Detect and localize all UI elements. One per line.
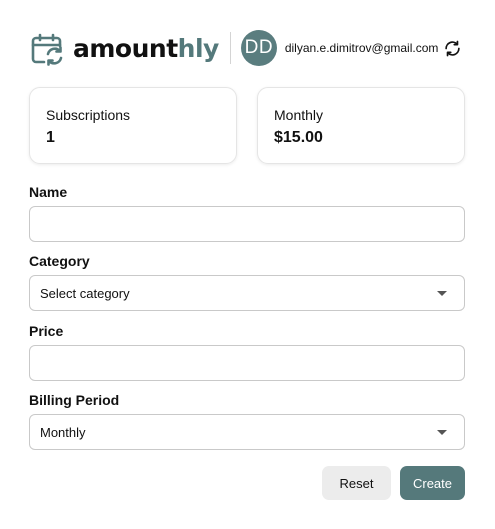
price-input[interactable] [29,345,465,381]
name-input[interactable] [29,206,465,242]
create-button[interactable]: Create [400,466,465,500]
category-select[interactable]: Select category [29,275,465,311]
refresh-icon[interactable] [443,39,461,57]
monthly-stat-card: Monthly $15.00 [257,87,465,164]
app-header: amounthly DD dilyan.e.dimitrov@gmail.com [30,28,470,68]
user-email: dilyan.e.dimitrov@gmail.com [284,41,439,55]
billing-period-selected-value: Monthly [40,424,86,440]
category-label: Category [29,253,90,269]
chevron-down-icon [437,291,447,296]
stat-value: 1 [46,129,55,146]
reset-button[interactable]: Reset [322,466,391,500]
billing-period-select[interactable]: Monthly [29,414,465,450]
stat-label: Subscriptions [46,107,131,123]
avatar[interactable]: DD [240,30,277,66]
name-label: Name [29,184,68,200]
category-selected-value: Select category [40,285,130,301]
logo-text-main: amount [73,33,178,63]
chevron-down-icon [437,430,447,435]
subscriptions-stat-card: Subscriptions 1 [29,87,237,164]
stat-label: Monthly [274,107,324,123]
billing-period-label: Billing Period [29,392,120,408]
stat-value: $15.00 [274,129,323,146]
app-logo: amounthly [73,36,219,61]
logo-text-accent: hly [177,33,220,63]
header-divider [229,32,231,64]
calendar-sync-icon [31,33,63,66]
price-label: Price [29,323,64,339]
